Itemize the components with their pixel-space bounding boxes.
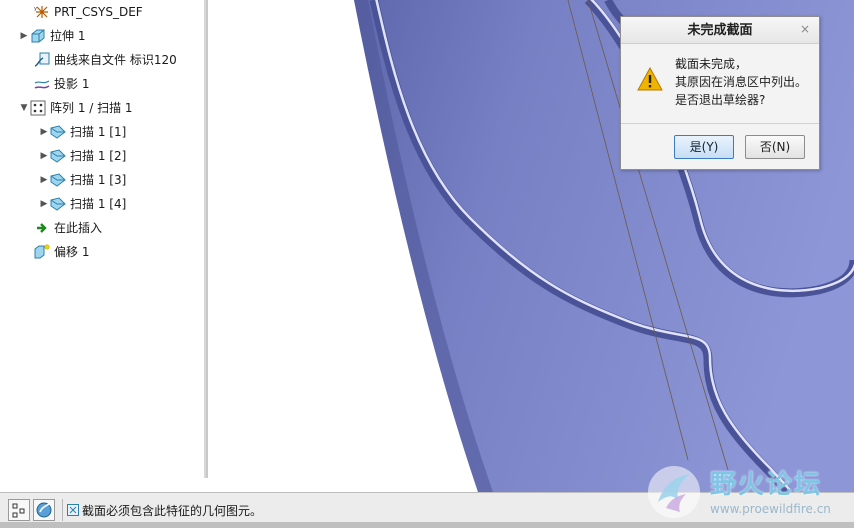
info-icon <box>67 504 79 516</box>
yes-button[interactable]: 是(Y) <box>674 135 734 159</box>
tree-item-extrude[interactable]: ▶ 拉伸 1 <box>18 26 86 46</box>
no-button[interactable]: 否(N) <box>745 135 805 159</box>
sweep-icon <box>50 172 66 188</box>
sweep-icon <box>50 124 66 140</box>
sweep-icon <box>50 196 66 212</box>
watermark-title: 野火论坛 <box>710 470 823 500</box>
watermark-url: www.proewildfire.cn <box>710 502 831 516</box>
tree-item-label: 曲线来自文件 标识120 <box>54 53 177 67</box>
extrude-icon <box>30 28 46 44</box>
insert-here-arrow-icon <box>34 220 50 236</box>
tree-item-label: 扫描 1 [1] <box>70 125 127 139</box>
csys-icon: y <box>34 4 50 20</box>
tree-item-sweep-3[interactable]: ▶ 扫描 1 [3] <box>38 170 127 190</box>
tree-item-csys[interactable]: y PRT_CSYS_DEF <box>22 2 143 22</box>
forum-logo-icon <box>648 466 700 518</box>
curve-from-file-icon <box>34 52 50 68</box>
tree-item-label: PRT_CSYS_DEF <box>54 5 143 19</box>
tree-item-pattern[interactable]: ▼ 阵列 1 / 扫描 1 <box>18 98 133 118</box>
browser-toggle-button[interactable] <box>33 499 55 521</box>
tree-item-label: 拉伸 1 <box>50 29 86 43</box>
dialog-message: 截面未完成， 其原因在消息区中列出。 是否退出草绘器? <box>675 55 817 109</box>
warning-icon <box>637 67 663 91</box>
close-icon[interactable]: × <box>797 21 813 37</box>
message-area: 截面必须包含此特征的几何图元。 <box>62 499 627 521</box>
projection-icon <box>34 76 50 92</box>
tree-item-label: 扫描 1 [2] <box>70 149 127 163</box>
dialog-divider <box>621 123 819 124</box>
tree-item-projection[interactable]: 投影 1 <box>22 74 89 94</box>
dialog-titlebar[interactable]: 未完成截面 <box>621 17 819 44</box>
dialog-message-line: 截面未完成， <box>675 57 748 71</box>
tree-item-sweep-1[interactable]: ▶ 扫描 1 [1] <box>38 122 127 142</box>
svg-text:y: y <box>34 6 37 12</box>
expand-arrow-icon[interactable]: ▶ <box>38 194 50 214</box>
model-tree-toggle-button[interactable] <box>8 499 30 521</box>
tree-item-curve-from-file[interactable]: 曲线来自文件 标识120 <box>22 50 177 70</box>
tree-item-label: 投影 1 <box>54 77 90 91</box>
tree-item-offset[interactable]: 偏移 1 <box>22 242 89 262</box>
tree-item-label: 扫描 1 [4] <box>70 197 127 211</box>
dialog-title: 未完成截面 <box>687 23 753 38</box>
incomplete-section-dialog: 未完成截面 × 截面未完成， 其原因在消息区中列出。 是否退出草绘器? 是(Y)… <box>620 16 820 170</box>
browser-icon <box>36 502 52 518</box>
tree-item-label: 偏移 1 <box>54 245 90 259</box>
model-tree-panel: y PRT_CSYS_DEF ▶ 拉伸 1 曲线来自文件 标识120 投影 1 … <box>0 0 208 478</box>
tree-item-sweep-4[interactable]: ▶ 扫描 1 [4] <box>38 194 127 214</box>
expand-arrow-icon[interactable]: ▶ <box>38 146 50 166</box>
expand-arrow-icon[interactable]: ▶ <box>38 122 50 142</box>
collapse-arrow-icon[interactable]: ▼ <box>18 98 30 118</box>
expand-arrow-icon[interactable]: ▶ <box>18 26 30 46</box>
tree-item-label: 在此插入 <box>54 221 103 235</box>
tree-icon <box>12 503 25 518</box>
tree-item-label: 阵列 1 / 扫描 1 <box>50 101 133 115</box>
pattern-icon <box>30 100 46 116</box>
offset-icon <box>34 244 50 260</box>
status-message: 截面必须包含此特征的几何图元。 <box>82 503 263 518</box>
forum-watermark: 野火论坛 www.proewildfire.cn <box>640 460 854 526</box>
dialog-message-line: 是否退出草绘器? <box>675 93 766 107</box>
tree-item-label: 扫描 1 [3] <box>70 173 127 187</box>
dialog-message-line: 其原因在消息区中列出。 <box>675 75 808 89</box>
expand-arrow-icon[interactable]: ▶ <box>38 170 50 190</box>
sweep-icon <box>50 148 66 164</box>
tree-item-insert-here[interactable]: 在此插入 <box>22 218 102 238</box>
tree-item-sweep-2[interactable]: ▶ 扫描 1 [2] <box>38 146 127 166</box>
